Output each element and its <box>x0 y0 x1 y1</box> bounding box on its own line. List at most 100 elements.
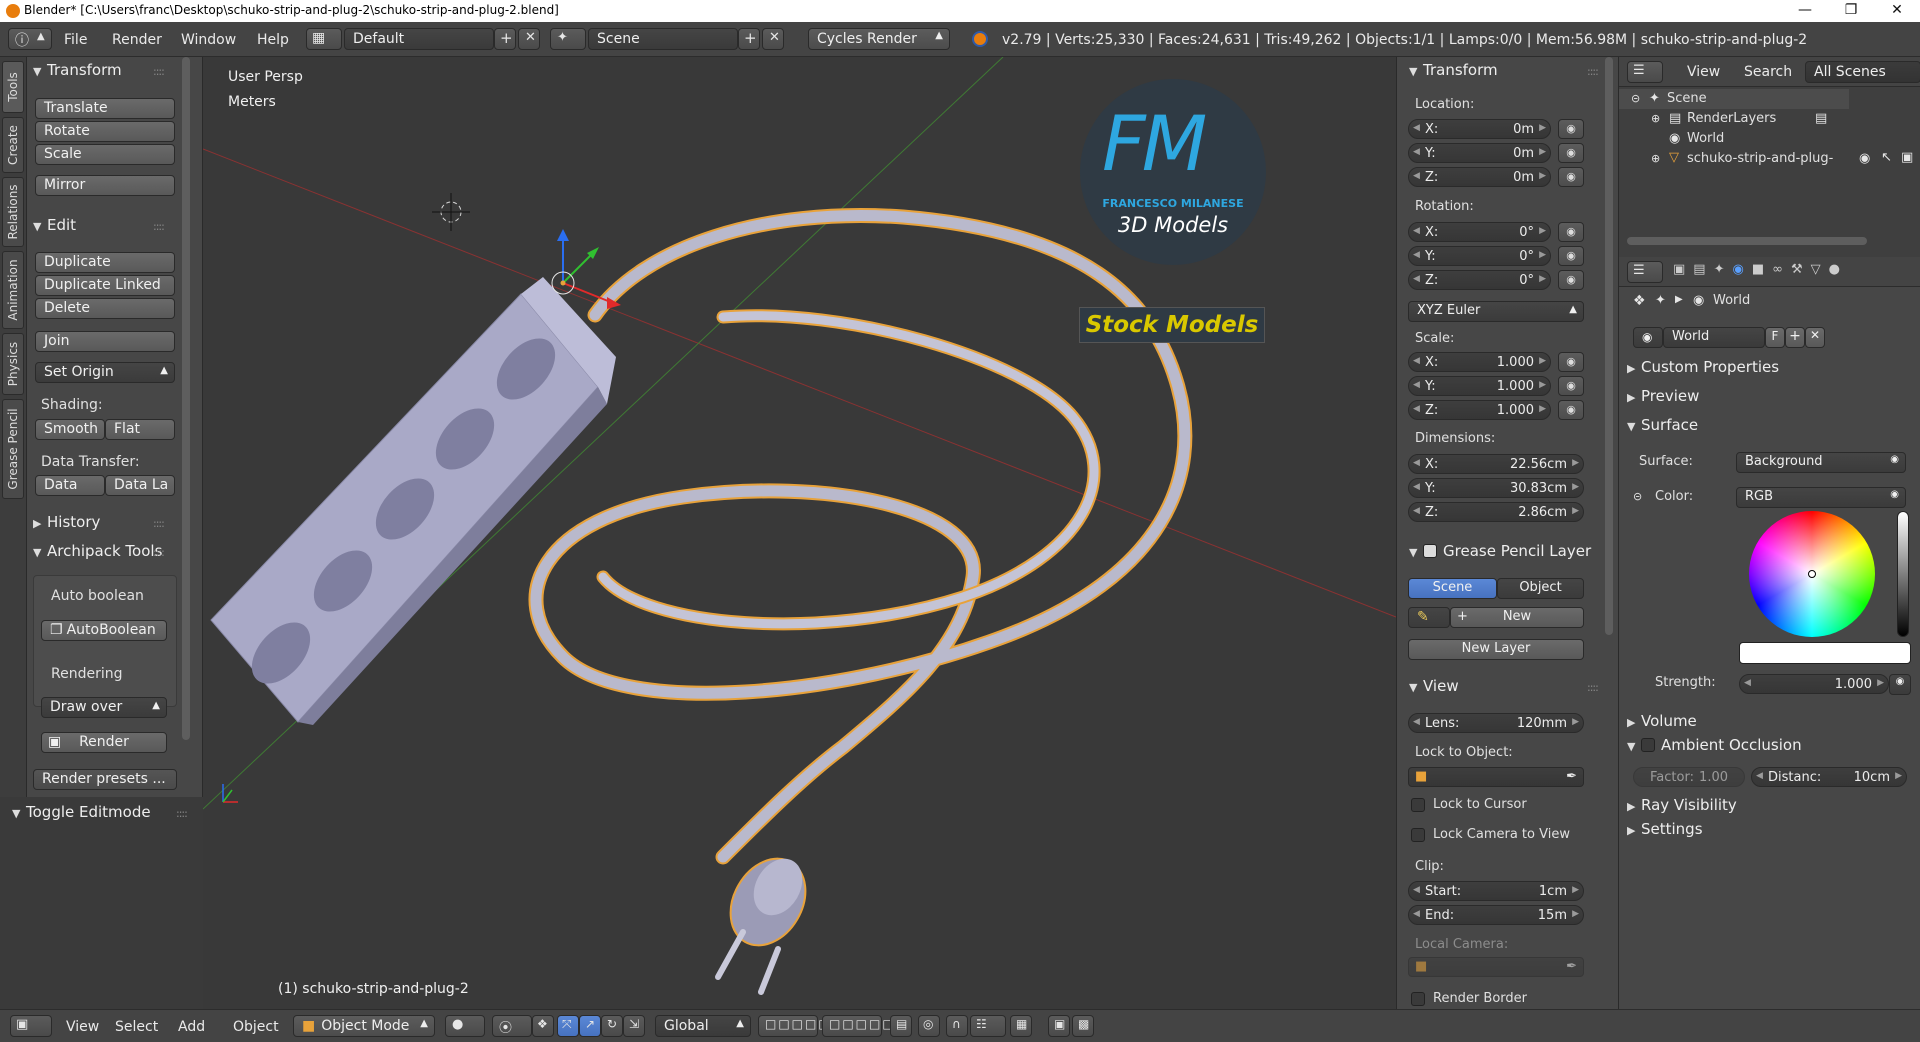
grease-pencil-checkbox[interactable] <box>1423 544 1437 558</box>
drag-grip-icon[interactable]: :::: <box>153 65 165 78</box>
scene-tab-icon[interactable]: ✦ <box>1714 262 1733 277</box>
rotate-button[interactable]: Rotate <box>35 121 175 142</box>
sidebar-scrollbar[interactable] <box>1605 57 1613 635</box>
scene-selector-button[interactable]: ✦ <box>550 28 586 50</box>
lock-camera-checkbox[interactable] <box>1411 828 1425 842</box>
add-layout-button[interactable]: + <box>494 28 516 50</box>
expand-icon[interactable]: ⊕ <box>1651 152 1660 165</box>
manipulator-toggle[interactable]: ❖ <box>532 1015 554 1037</box>
add-scene-button[interactable]: + <box>738 28 760 50</box>
collapse-socket-icon[interactable]: ⊝ <box>1633 490 1642 503</box>
delete-button[interactable]: Delete <box>35 298 175 319</box>
lock-icon[interactable]: ◉ <box>1558 143 1584 163</box>
mode-dropdown[interactable]: ■ Object Mode ▲ <box>293 1015 435 1037</box>
eye-icon[interactable]: ◉ <box>1859 151 1870 166</box>
snap-toggle[interactable]: ∩ <box>946 1015 968 1037</box>
location-z-field[interactable]: ◀ Z: 0m ▶ <box>1408 167 1551 187</box>
layout-name-field[interactable]: Default <box>344 28 494 50</box>
minimize-icon[interactable]: — <box>1782 0 1828 22</box>
ao-distance-field[interactable]: ◀ Distanc: 10cm ▶ <box>1751 767 1907 787</box>
rotate-manipulator-toggle[interactable]: ↻ <box>601 1015 623 1037</box>
expand-icon[interactable]: ⊕ <box>1651 112 1660 125</box>
lock-icon[interactable]: ◉ <box>1558 376 1584 396</box>
duplicate-button[interactable]: Duplicate <box>35 252 175 273</box>
material-tab-icon[interactable]: ● <box>1829 262 1848 277</box>
clip-end-field[interactable]: ◀ End: 15m ▶ <box>1408 905 1584 925</box>
ao-factor-field[interactable]: Factor: 1.00 <box>1633 767 1745 787</box>
data-tab-icon[interactable]: ▽ <box>1811 262 1829 277</box>
transform-panel-header[interactable]: ▼ Transform <box>1409 61 1498 79</box>
drag-grip-icon[interactable]: :::: <box>1587 681 1599 694</box>
scale-manipulator-toggle[interactable]: ⇲ <box>623 1015 645 1037</box>
layers-grid-2[interactable]: □□□□□ <box>822 1015 894 1037</box>
outliner-hscrollbar[interactable] <box>1627 237 1867 245</box>
lock-icon[interactable]: ◉ <box>1558 222 1584 242</box>
dimension-y-field[interactable]: ◀ Y: 30.83cm ▶ <box>1408 478 1584 498</box>
lock-icon[interactable]: ◉ <box>1558 119 1584 139</box>
render-presets-button[interactable]: Render presets ... <box>33 769 177 790</box>
shade-flat-button[interactable]: Flat <box>105 419 175 440</box>
lock-icon[interactable]: ◉ <box>1558 400 1584 420</box>
transform-panel-header[interactable]: ▼ Transform <box>33 61 122 79</box>
move-manipulator-toggle[interactable]: ↗ <box>579 1015 601 1037</box>
menu-file[interactable]: File <box>64 32 87 48</box>
scene-name-field[interactable]: Scene <box>588 28 738 50</box>
draw-over-dropdown[interactable]: Draw over ▲ <box>41 697 167 718</box>
ray-visibility-section[interactable]: ▶ Ray Visibility <box>1627 796 1913 818</box>
menu-add[interactable]: Add <box>178 1019 205 1035</box>
editor-type-button[interactable]: ☰ <box>1627 61 1663 83</box>
outliner-item-scene[interactable]: Scene <box>1667 91 1707 106</box>
tab-physics[interactable]: Physics <box>2 333 24 395</box>
layers-grid-1[interactable]: □□□□□ <box>758 1015 830 1037</box>
value-slider[interactable] <box>1897 511 1909 637</box>
maximize-icon[interactable]: ❐ <box>1828 0 1874 22</box>
lock-icon[interactable]: ◉ <box>1558 246 1584 266</box>
render-layers-tab-icon[interactable]: ▤ <box>1693 262 1713 277</box>
proportional-editing-toggle[interactable]: ◎ <box>918 1015 940 1037</box>
view-panel-header[interactable]: ▼ View <box>1409 677 1459 695</box>
modifiers-tab-icon[interactable]: ⚒ <box>1791 262 1811 277</box>
menu-window[interactable]: Window <box>181 32 236 48</box>
shade-smooth-button[interactable]: Smooth <box>35 419 105 440</box>
ambient-occlusion-checkbox[interactable] <box>1641 738 1655 752</box>
rotation-z-field[interactable]: ◀ Z: 0° ▶ <box>1408 270 1551 290</box>
lock-to-cursor-checkbox[interactable] <box>1411 798 1425 812</box>
scale-button[interactable]: Scale <box>35 144 175 165</box>
3d-viewport[interactable]: User Persp Meters (1) schuko-strip-and-p… <box>203 57 1396 1009</box>
outliner-menu-search[interactable]: Search <box>1744 64 1792 80</box>
location-x-field[interactable]: ◀ X: 0m ▶ <box>1408 119 1551 139</box>
editor-type-button[interactable]: ▣ <box>10 1015 52 1037</box>
gp-brush-selector[interactable]: ✎ <box>1408 607 1450 628</box>
new-world-button[interactable]: + <box>1785 327 1805 348</box>
drag-grip-icon[interactable]: :::: <box>153 517 165 530</box>
local-camera-field[interactable]: ■ ✒ <box>1408 957 1584 977</box>
surface-shader-dropdown[interactable]: Background ◉ <box>1736 452 1906 473</box>
edit-panel-header[interactable]: ▼ Edit <box>33 216 76 234</box>
color-wheel[interactable] <box>1749 511 1875 637</box>
settings-section[interactable]: ▶ Settings <box>1627 820 1913 842</box>
world-tab-icon[interactable]: ◉ <box>1733 262 1752 277</box>
editor-type-button[interactable]: ⓘ ▲ <box>8 28 52 50</box>
toolshelf-scrollbar[interactable] <box>182 57 190 740</box>
render-border-checkbox[interactable] <box>1411 992 1425 1006</box>
data-transfer-button[interactable]: Data <box>35 475 105 496</box>
preview-section[interactable]: ▶ Preview <box>1627 387 1913 409</box>
lens-field[interactable]: ◀ Lens: 120mm ▶ <box>1408 713 1584 733</box>
unlink-world-button[interactable]: ✕ <box>1805 327 1825 348</box>
surface-section[interactable]: ▼ Surface <box>1627 416 1913 438</box>
render-engine-dropdown[interactable]: Cycles Render ▲ <box>808 28 950 50</box>
grease-pencil-layer-header[interactable]: ▼ Grease Pencil Layer <box>1409 542 1609 560</box>
outliner-display-mode-dropdown[interactable]: All Scenes <box>1805 61 1920 83</box>
menu-object[interactable]: Object <box>233 1019 279 1035</box>
world-browse-button[interactable]: ◉ <box>1633 327 1663 348</box>
outliner-item-renderlayers[interactable]: RenderLayers <box>1687 111 1776 126</box>
object-tab-icon[interactable]: ■ <box>1752 262 1772 277</box>
history-panel-header[interactable]: ▶ History <box>33 513 100 531</box>
autoboolean-button[interactable]: ❐ AutoBoolean <box>41 620 167 641</box>
gp-new-layer-button[interactable]: New Layer <box>1408 639 1584 660</box>
snap-element-dropdown[interactable]: ☷ <box>970 1015 1006 1037</box>
join-button[interactable]: Join <box>35 331 175 352</box>
color-swatch[interactable] <box>1739 642 1911 664</box>
set-origin-dropdown[interactable]: Set Origin ▲ <box>35 362 175 383</box>
strength-socket-button[interactable]: ◉ <box>1889 674 1911 695</box>
